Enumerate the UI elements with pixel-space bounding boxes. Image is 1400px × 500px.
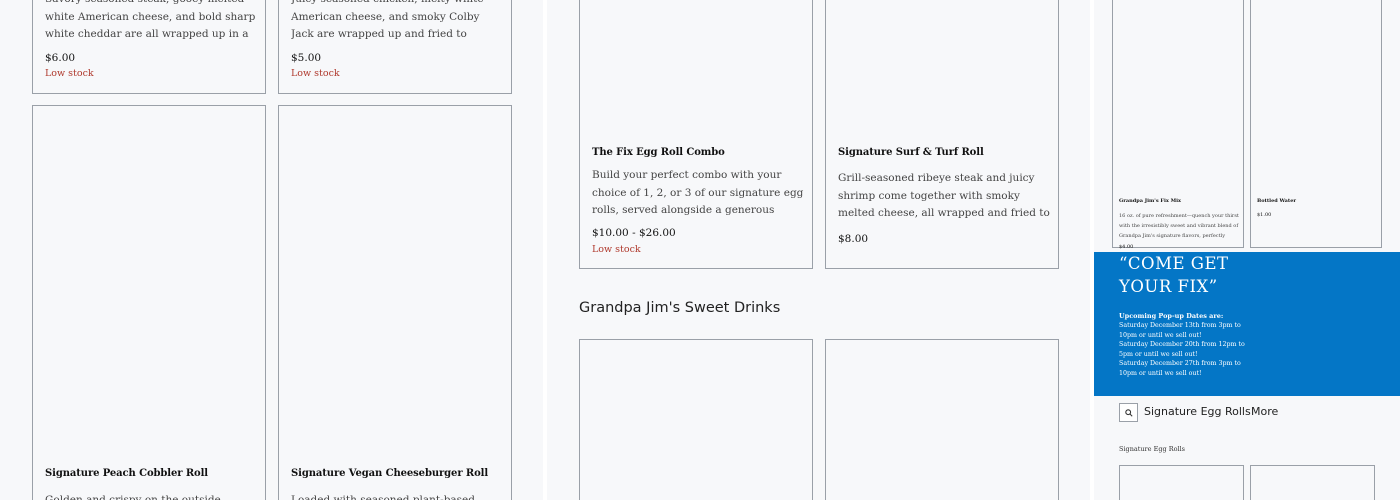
product-card[interactable]	[825, 339, 1059, 500]
product-description: Savory seasoned steak, gooey melted whit…	[45, 0, 256, 40]
popup-dates-banner: “COME GET YOUR FIX” Upcoming Pop-up Date…	[1094, 252, 1400, 396]
product-card[interactable]: Savory seasoned steak, gooey melted whit…	[32, 0, 266, 94]
product-card[interactable]: Signature Surf & Turf Roll Grill-seasone…	[825, 0, 1059, 269]
search-button[interactable]	[1119, 403, 1138, 422]
product-name: Signature Surf & Turf Roll	[838, 147, 984, 158]
product-card[interactable]: The Fix Egg Roll Combo Build your perfec…	[579, 0, 813, 269]
product-grid-left: Savory seasoned steak, gooey melted whit…	[0, 0, 543, 500]
product-price: $1.00	[1257, 212, 1272, 218]
product-name: The Fix Egg Roll Combo	[592, 147, 725, 158]
product-name: Signature Vegan Cheeseburger Roll	[291, 468, 489, 479]
product-description: Golden and crispy on the outside, warm a…	[45, 494, 225, 500]
product-price: $5.00	[291, 52, 322, 64]
search-icon	[1124, 408, 1133, 417]
product-card[interactable]: Juicy seasoned chicken, melty white Amer…	[278, 0, 512, 94]
product-card[interactable]	[1119, 465, 1244, 500]
product-price: $8.00	[838, 233, 869, 245]
product-name: Bottled Water	[1257, 198, 1297, 204]
product-card[interactable]: Signature Peach Cobbler Roll Golden and …	[32, 105, 266, 500]
popup-date: Saturday December 20th from 12pm to 5pm …	[1119, 341, 1245, 358]
stock-status: Low stock	[592, 244, 641, 255]
nav-item-more[interactable]: More	[1251, 405, 1278, 418]
product-description: Grill-seasoned ribeye steak and juicy sh…	[838, 172, 1050, 219]
product-card[interactable]: Signature Vegan Cheeseburger Roll Loaded…	[278, 105, 512, 500]
stock-status: Low stock	[45, 68, 94, 79]
category-nav: Signature Egg Rolls More	[1119, 403, 1389, 423]
product-grid-middle: The Fix Egg Roll Combo Build your perfec…	[547, 0, 1090, 500]
product-card[interactable]: Grandpa Jim's Fix Mix 16 oz. of pure ref…	[1112, 0, 1244, 250]
stock-status: Low stock	[291, 68, 340, 79]
product-card[interactable]	[579, 339, 813, 500]
product-card[interactable]: Bottled Water $1.00	[1250, 0, 1382, 248]
product-name: Signature Peach Cobbler Roll	[45, 468, 209, 479]
product-price: $4.00	[1119, 244, 1134, 250]
banner-heading: “COME GET YOUR FIX”	[1119, 254, 1229, 296]
product-price: $6.00	[45, 52, 76, 64]
product-description: Build your perfect combo with your choic…	[592, 169, 804, 216]
popup-date: Saturday December 27th from 3pm to 10pm …	[1119, 360, 1241, 377]
section-title: Signature Egg Rolls	[1119, 445, 1186, 453]
section-title: Grandpa Jim's Sweet Drinks	[579, 300, 781, 316]
product-description: Juicy seasoned chicken, melty white Amer…	[291, 0, 484, 40]
product-description: 16 oz. of pure refreshment—quench your t…	[1119, 213, 1239, 239]
product-name: Grandpa Jim's Fix Mix	[1119, 198, 1181, 204]
popup-date: Saturday December 13th from 3pm to 10pm …	[1119, 322, 1241, 339]
product-price: $10.00 - $26.00	[592, 227, 676, 239]
product-card[interactable]	[1250, 465, 1375, 500]
nav-item-signature-egg-rolls[interactable]: Signature Egg Rolls	[1144, 405, 1251, 418]
banner-subheading: Upcoming Pop-up Dates are:	[1119, 312, 1224, 320]
product-description: Loaded with seasoned plant-based meat an…	[291, 494, 475, 500]
mobile-preview: Grandpa Jim's Fix Mix 16 oz. of pure ref…	[1094, 0, 1400, 500]
